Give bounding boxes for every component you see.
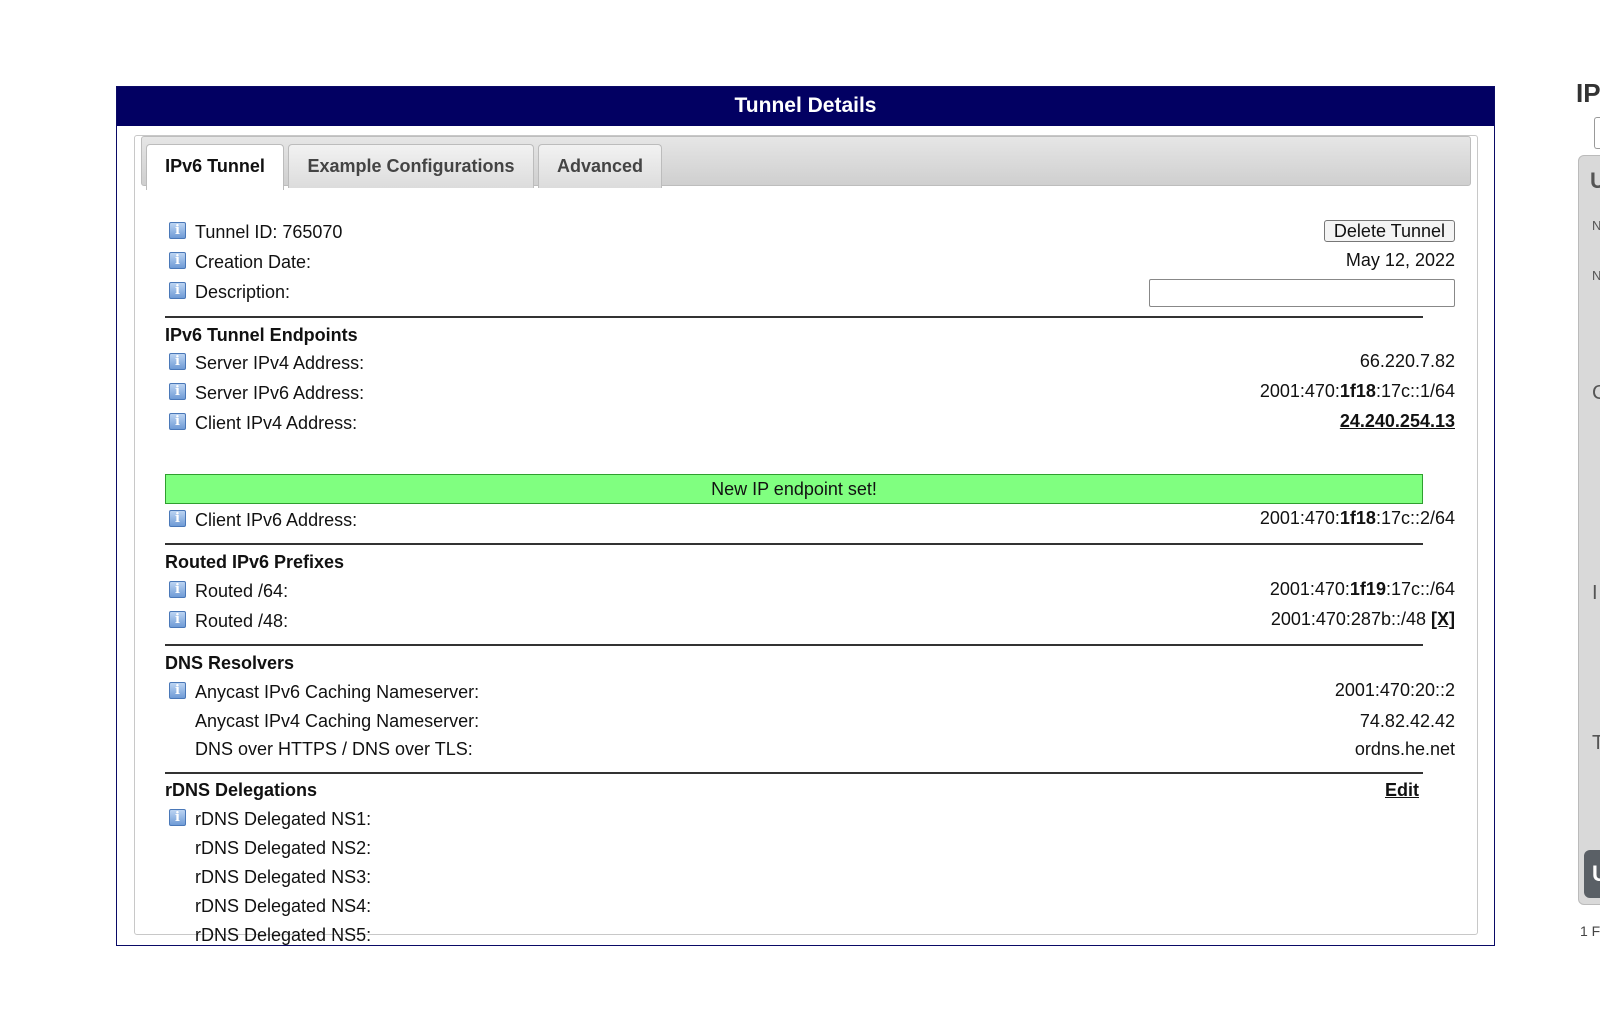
info-icon[interactable]: i xyxy=(169,353,186,370)
server-ipv4-row: i Server IPv4 Address: 66.220.7.82 xyxy=(169,348,1455,378)
rdns-ns-label: rDNS Delegated NS2: xyxy=(195,838,372,858)
info-icon[interactable]: i xyxy=(169,383,186,400)
routed-64-row: i Routed /64: 2001:470:1f19:17c::/64 xyxy=(169,576,1455,606)
dns-doh-value: ordns.he.net xyxy=(1354,739,1455,759)
side-panel-text: N xyxy=(1592,268,1600,283)
info-icon[interactable]: i xyxy=(169,510,186,527)
client-ipv4-link[interactable]: 24.240.254.13 xyxy=(1340,406,1455,436)
rdns-ns1-row: i rDNS Delegated NS1: xyxy=(169,804,1455,834)
client-ipv4-label: Client IPv4 Address: xyxy=(195,413,358,433)
dns-doh-row: DNS over HTTPS / DNS over TLS: ordns.he.… xyxy=(169,734,1455,764)
dns-doh-label: DNS over HTTPS / DNS over TLS: xyxy=(195,739,473,759)
client-ipv4-row: i Client IPv4 Address: 24.240.254.13 xyxy=(169,408,1455,438)
rdns-ns-label: rDNS Delegated NS5: xyxy=(195,925,372,945)
side-panel-title: IP xyxy=(1576,78,1600,108)
side-panel-button[interactable]: U xyxy=(1584,850,1600,898)
server-ipv4-value: 66.220.7.82 xyxy=(1359,351,1455,371)
side-panel-heading: U xyxy=(1590,168,1600,193)
server-ipv4-label: Server IPv4 Address: xyxy=(195,353,365,373)
info-icon[interactable]: i xyxy=(169,611,186,628)
rdns-ns-label: rDNS Delegated NS3: xyxy=(195,867,372,887)
info-icon[interactable]: i xyxy=(169,682,186,699)
info-icon[interactable]: i xyxy=(169,413,186,430)
routed-64-label: Routed /64: xyxy=(195,581,289,601)
section-heading-dns: DNS Resolvers xyxy=(165,653,295,673)
client-ipv6-row: i Client IPv6 Address: 2001:470:1f18:17c… xyxy=(169,505,1455,535)
info-icon[interactable]: i xyxy=(169,809,186,826)
dns-ipv4-label: Anycast IPv4 Caching Nameserver: xyxy=(195,711,480,731)
side-panel-text: C xyxy=(1592,382,1600,404)
section-heading-routed: Routed IPv6 Prefixes xyxy=(165,552,345,572)
creation-date-label: Creation Date: xyxy=(195,252,312,272)
dns-ipv4-value: 74.82.42.42 xyxy=(1359,711,1455,731)
tab-bar: IPv6 Tunnel Example Configurations Advan… xyxy=(141,136,1471,190)
tab-ipv6-tunnel[interactable]: IPv6 Tunnel xyxy=(146,144,284,190)
rdns-ns4-row: rDNS Delegated NS4: xyxy=(169,891,1455,921)
endpoint-notice-banner: New IP endpoint set! xyxy=(165,474,1423,504)
divider xyxy=(165,543,1423,545)
server-ipv6-row: i Server IPv6 Address: 2001:470:1f18:17c… xyxy=(169,378,1455,408)
description-input[interactable] xyxy=(1149,279,1455,307)
delete-tunnel-button[interactable]: Delete Tunnel xyxy=(1323,220,1455,242)
dns-ipv6-row: i Anycast IPv6 Caching Nameserver: 2001:… xyxy=(169,677,1455,707)
creation-date-value: May 12, 2022 xyxy=(1345,250,1455,270)
routed-48-label: Routed /48: xyxy=(195,611,289,631)
tunnel-content: IPv6 Tunnel Example Configurations Advan… xyxy=(134,135,1478,945)
rdns-ns3-row: rDNS Delegated NS3: xyxy=(169,862,1455,892)
description-label: Description: xyxy=(195,282,291,302)
panel-title: Tunnel Details xyxy=(117,87,1494,126)
divider xyxy=(165,772,1423,774)
dns-ipv4-row: Anycast IPv4 Caching Nameserver: 74.82.4… xyxy=(169,706,1455,736)
side-panel-text: N xyxy=(1592,218,1600,233)
rdns-ns2-row: rDNS Delegated NS2: xyxy=(169,833,1455,863)
routed-64-value: 2001:470:1f19:17c::/64 xyxy=(1269,579,1455,599)
dns-ipv6-label: Anycast IPv6 Caching Nameserver: xyxy=(195,682,480,702)
info-icon[interactable]: i xyxy=(169,252,186,269)
server-ipv6-value: 2001:470:1f18:17c::1/64 xyxy=(1259,381,1455,401)
divider xyxy=(165,316,1423,318)
side-panel-text: I xyxy=(1592,582,1598,604)
section-heading-endpoints: IPv6 Tunnel Endpoints xyxy=(165,325,358,345)
tunnel-details-panel: Tunnel Details IPv6 Tunnel Example Confi… xyxy=(116,86,1495,946)
tab-advanced[interactable]: Advanced xyxy=(538,144,662,188)
tab-example-configurations[interactable]: Example Configurations xyxy=(288,144,534,188)
description-row: i Description: xyxy=(169,277,1455,307)
side-panel-tab[interactable] xyxy=(1594,117,1600,149)
rdns-ns-label: rDNS Delegated NS4: xyxy=(195,896,372,916)
side-panel-text: T xyxy=(1592,732,1600,754)
info-icon[interactable]: i xyxy=(169,282,186,299)
section-heading-rdns: rDNS Delegations xyxy=(165,780,318,800)
info-icon[interactable]: i xyxy=(169,222,186,239)
client-ipv6-label: Client IPv6 Address: xyxy=(195,510,358,530)
rdns-ns-label: rDNS Delegated NS1: xyxy=(195,809,372,829)
creation-date-row: i Creation Date: May 12, 2022 xyxy=(169,247,1455,277)
tunnel-id-label: Tunnel ID: 765070 xyxy=(195,222,343,242)
side-panel-footer: 1 F xyxy=(1580,923,1600,939)
client-ipv6-value: 2001:470:1f18:17c::2/64 xyxy=(1259,508,1455,528)
dns-ipv6-value: 2001:470:20::2 xyxy=(1334,680,1455,700)
tunnel-id-row: i Tunnel ID: 765070 Delete Tunnel xyxy=(169,217,1455,247)
divider xyxy=(165,644,1423,646)
routed-48-value: 2001:470:287b::/48 [X] xyxy=(1270,609,1455,629)
rdns-ns5-row: rDNS Delegated NS5: xyxy=(169,920,1455,950)
routed-48-row: i Routed /48: 2001:470:287b::/48 [X] xyxy=(169,606,1455,636)
server-ipv6-label: Server IPv6 Address: xyxy=(195,383,365,403)
info-icon[interactable]: i xyxy=(169,581,186,598)
rdns-edit-link[interactable]: Edit xyxy=(1385,775,1419,805)
remove-routed-48-link[interactable]: [X] xyxy=(1431,609,1455,629)
